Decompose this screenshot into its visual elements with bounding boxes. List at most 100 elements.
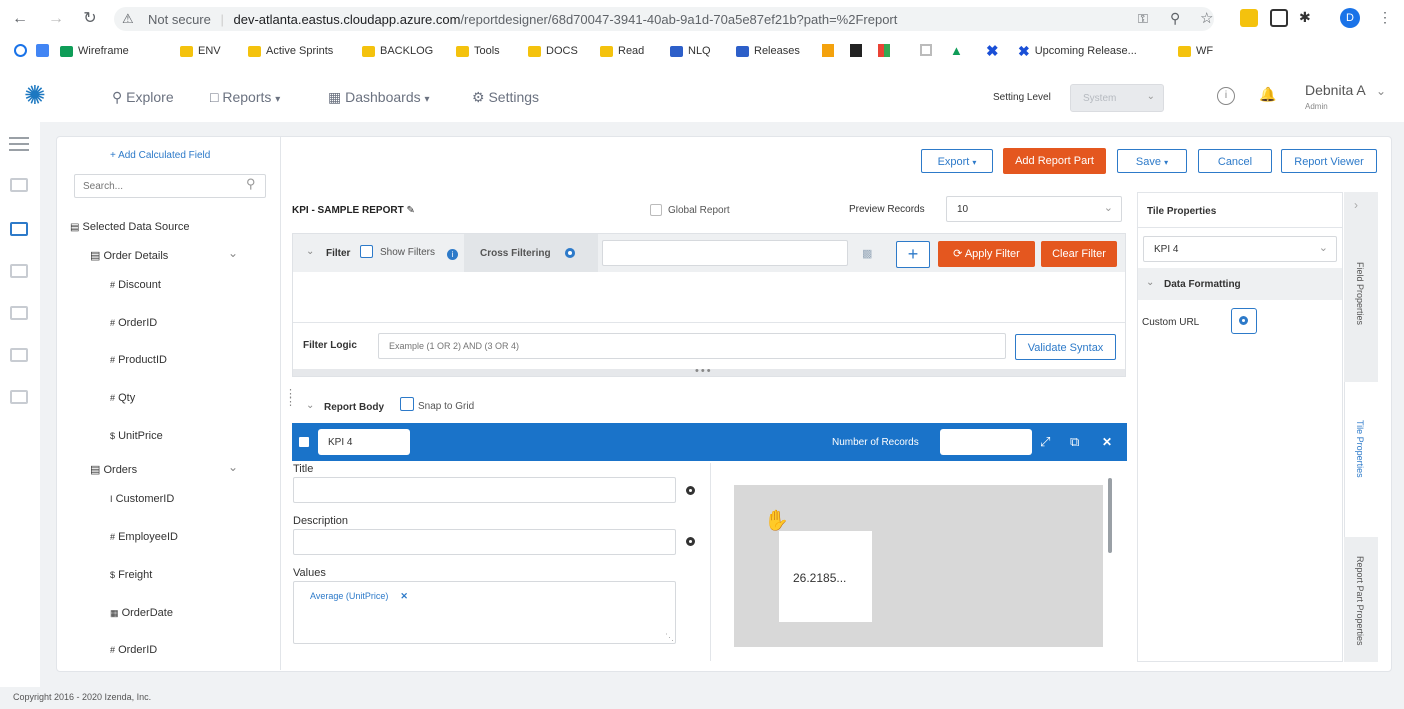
- bookmark-active-sprints[interactable]: Active Sprints: [248, 43, 333, 59]
- back-icon[interactable]: ←: [10, 9, 30, 29]
- nav-reports[interactable]: □ Reports ▾: [210, 89, 280, 105]
- field-item[interactable]: ▦ OrderDate: [110, 607, 173, 619]
- app-logo-icon[interactable]: ✺: [24, 82, 46, 108]
- search-icon[interactable]: ⚲: [246, 176, 256, 192]
- preview-records-select[interactable]: 10 ⌄: [946, 196, 1122, 222]
- bookmark-releases[interactable]: Releases: [736, 43, 800, 59]
- clear-filter-button[interactable]: Clear Filter: [1041, 241, 1117, 267]
- gear-icon[interactable]: [686, 537, 695, 546]
- drag-handle-icon[interactable]: •••: [695, 365, 713, 377]
- add-calculated-field-button[interactable]: + Add Calculated Field: [110, 150, 210, 161]
- zoom-icon[interactable]: ⚲: [1170, 10, 1180, 27]
- forward-icon[interactable]: →: [46, 9, 66, 29]
- key-icon[interactable]: ⚿: [1138, 11, 1148, 27]
- bookmark-upcoming-release[interactable]: ✖ Upcoming Release...: [1018, 43, 1137, 59]
- snap-to-grid-checkbox[interactable]: [400, 397, 414, 411]
- filter-logic-input[interactable]: [378, 333, 1006, 359]
- bookmark-icon[interactable]: [920, 44, 932, 56]
- nav-settings[interactable]: ⚙ Settings: [472, 89, 539, 106]
- field-item[interactable]: $ Freight: [110, 569, 152, 581]
- user-name[interactable]: Debnita A: [1305, 82, 1366, 98]
- gear-icon[interactable]: [686, 486, 695, 495]
- chevron-down-icon[interactable]: ⌄: [228, 246, 238, 260]
- field-item[interactable]: # OrderID: [110, 644, 157, 656]
- settings-icon[interactable]: [565, 248, 575, 258]
- bookmark-icon[interactable]: [36, 44, 49, 57]
- report-part-checkbox[interactable]: [299, 437, 309, 447]
- nav-dashboards[interactable]: ▦ Dashboards ▾: [328, 89, 430, 106]
- bookmark-icon[interactable]: [878, 44, 890, 57]
- title-input[interactable]: [293, 477, 676, 503]
- copy-icon[interactable]: ⧉: [1070, 434, 1079, 450]
- tile-select[interactable]: KPI 4 ⌄: [1143, 236, 1337, 262]
- field-item[interactable]: I CustomerID: [110, 493, 174, 505]
- bookmark-docs[interactable]: DOCS: [528, 43, 578, 59]
- sidebar-edit-icon[interactable]: [10, 222, 28, 236]
- info-icon[interactable]: i: [1217, 87, 1235, 105]
- bell-icon[interactable]: 🔔: [1259, 86, 1276, 103]
- bookmark-env[interactable]: ENV: [180, 43, 221, 59]
- tab-icon[interactable]: [1270, 9, 1288, 27]
- bookmark-tools[interactable]: Tools: [456, 43, 500, 59]
- bookmark-icon[interactable]: [850, 44, 862, 57]
- field-item[interactable]: # ProductID: [110, 354, 167, 366]
- field-item[interactable]: $ UnitPrice: [110, 430, 163, 442]
- scrollbar[interactable]: [1108, 478, 1112, 553]
- bookmark-x-icon[interactable]: ✖: [986, 42, 999, 60]
- bookmark-wireframe[interactable]: Wireframe: [60, 43, 129, 59]
- extension-icon[interactable]: [1240, 9, 1258, 27]
- star-icon[interactable]: ☆: [1200, 9, 1213, 27]
- field-group-order-details[interactable]: ▤ Order Details: [90, 249, 168, 262]
- sidebar-doc-icon[interactable]: [10, 306, 28, 320]
- chevron-right-icon[interactable]: ›: [1354, 198, 1358, 212]
- trash-icon[interactable]: ▩: [862, 247, 872, 260]
- report-part-name-input[interactable]: KPI 4: [318, 429, 410, 455]
- bookmark-icon[interactable]: [14, 44, 27, 57]
- nav-explore[interactable]: ⚲ Explore: [112, 89, 174, 106]
- drive-icon[interactable]: ▲: [950, 43, 963, 58]
- setting-level-select[interactable]: System ⌄: [1070, 84, 1164, 112]
- report-viewer-button[interactable]: Report Viewer: [1281, 149, 1377, 173]
- field-item[interactable]: # Qty: [110, 392, 135, 404]
- bookmark-nlq[interactable]: NLQ: [670, 43, 711, 59]
- apply-filter-button[interactable]: ⟳ Apply Filter: [938, 241, 1035, 267]
- info-icon[interactable]: i: [447, 249, 458, 260]
- field-group-orders[interactable]: ▤ Orders: [90, 463, 137, 476]
- sidebar-list-icon[interactable]: [10, 178, 28, 192]
- bookmark-read[interactable]: Read: [600, 43, 644, 59]
- drag-handle-icon[interactable]: ⋮ ⋮: [285, 389, 296, 408]
- sidebar-chart-icon[interactable]: [10, 390, 28, 404]
- bookmark-backlog[interactable]: BACKLOG: [362, 43, 433, 59]
- hamburger-menu-icon[interactable]: [9, 137, 29, 151]
- add-report-part-button[interactable]: Add Report Part: [1003, 148, 1106, 174]
- description-input[interactable]: [293, 529, 676, 555]
- remove-icon[interactable]: ✕: [400, 591, 408, 601]
- bookmark-icon[interactable]: [822, 44, 834, 57]
- add-filter-button[interactable]: +: [896, 241, 930, 268]
- field-item[interactable]: # Discount: [110, 279, 161, 291]
- field-item[interactable]: # EmployeeID: [110, 531, 178, 543]
- save-button[interactable]: Save ▾: [1117, 149, 1187, 173]
- close-icon[interactable]: ✕: [1102, 435, 1112, 449]
- pencil-icon[interactable]: ✎: [406, 205, 414, 216]
- field-item[interactable]: # OrderID: [110, 317, 157, 329]
- export-button[interactable]: Export ▾: [921, 149, 993, 173]
- puzzle-icon[interactable]: ✱: [1299, 9, 1311, 26]
- warning-icon[interactable]: ⚠: [122, 11, 134, 27]
- more-menu-icon[interactable]: ⋮: [1378, 9, 1392, 26]
- chevron-down-icon[interactable]: ⌄: [1376, 84, 1386, 98]
- sidebar-monitor-icon[interactable]: [10, 264, 28, 278]
- bookmark-wf[interactable]: WF: [1178, 43, 1213, 59]
- chevron-down-icon[interactable]: ⌄: [306, 246, 314, 257]
- validate-syntax-button[interactable]: Validate Syntax: [1015, 334, 1116, 360]
- global-report-checkbox[interactable]: [650, 204, 662, 216]
- sidebar-grid-icon[interactable]: [10, 348, 28, 362]
- field-search-input[interactable]: [74, 174, 266, 198]
- value-chip[interactable]: Average (UnitPrice) ✕: [310, 591, 408, 602]
- filter-value-input[interactable]: [602, 240, 848, 266]
- resize-grip-icon[interactable]: ⋱: [665, 632, 674, 643]
- number-of-records-input[interactable]: [940, 429, 1032, 455]
- profile-avatar[interactable]: D: [1340, 8, 1360, 28]
- show-filters-checkbox[interactable]: [360, 245, 373, 258]
- reload-icon[interactable]: ↻: [80, 9, 100, 29]
